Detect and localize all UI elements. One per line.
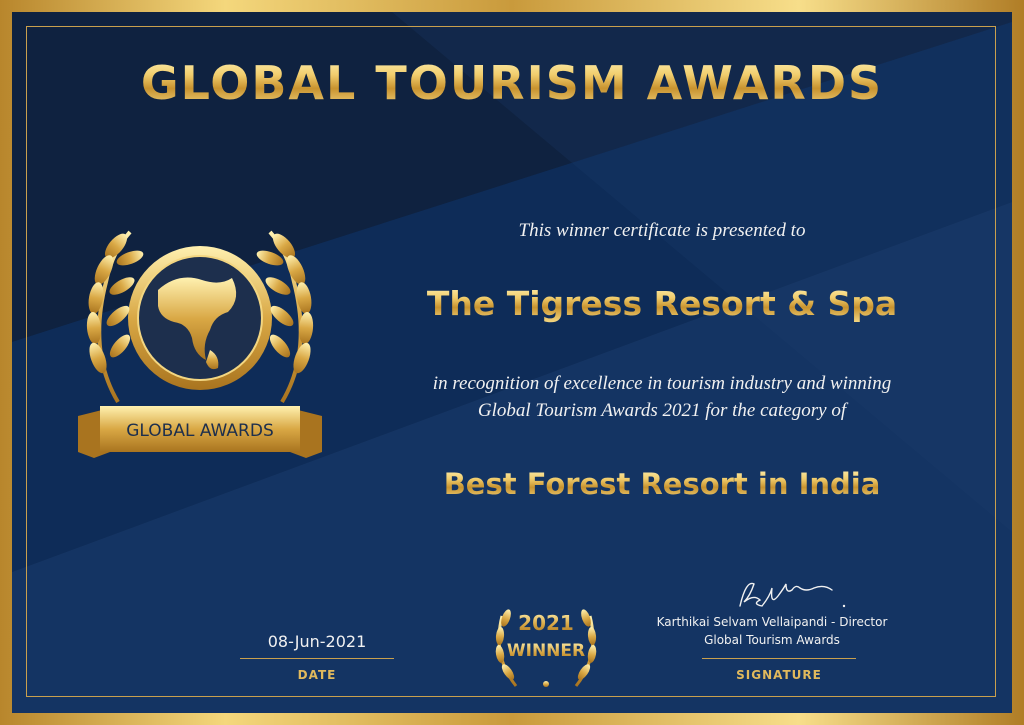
award-category: Best Forest Resort in India [342,467,982,501]
presented-text: This winner certificate is presented to [518,220,806,241]
recognition-line-1: in recognition of excellence in tourism … [432,373,892,394]
emblem-ribbon-text: GLOBAL AWARDS [126,421,274,441]
recipient-name: The Tigress Resort & Spa [352,284,972,323]
signature-line [702,658,856,659]
signature-caption: SIGNATURE [736,668,822,682]
signer-organization: Global Tourism Awards [704,633,840,647]
badge-label: WINNER [507,641,585,661]
certificate-title: GLOBAL TOURISM AWARDS [12,56,1012,110]
date-caption: DATE [297,668,337,682]
recognition-line-2: Global Tourism Awards 2021 for the categ… [477,400,847,421]
globe-laurel-icon: GLOBAL AWARDS [78,230,322,458]
signer-name: Karthikai Selvam Vellaipandi - Director [656,615,888,629]
date-value: 08-Jun-2021 [267,632,367,651]
date-line [240,658,394,659]
badge-year: 2021 [518,611,574,635]
handwritten-signature-icon [739,582,846,608]
certificate: GLOBAL TOURISM AWARDS GLOBAL AWARDS This… [0,0,1024,725]
recognition-text: in recognition of excellence in tourism … [342,370,982,424]
laurel-wreath-icon: 2021 WINNER [495,609,597,687]
certificate-panel: GLOBAL TOURISM AWARDS GLOBAL AWARDS This… [12,12,1012,713]
